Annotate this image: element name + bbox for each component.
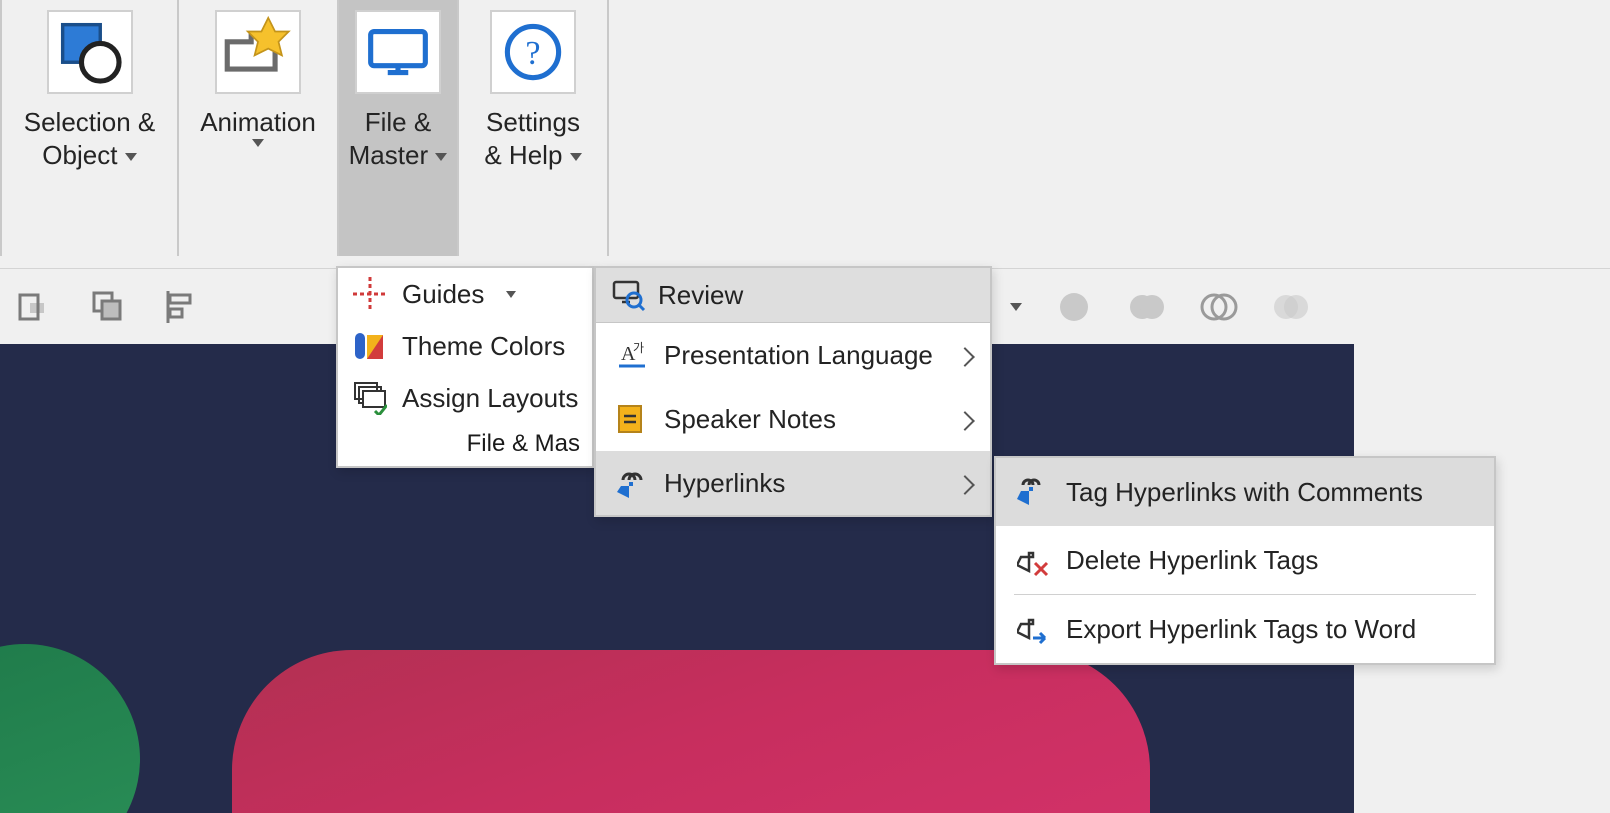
menu-item-tag-hyperlinks[interactable]: Tag Hyperlinks with Comments (996, 458, 1494, 526)
pink-pill-shape (232, 650, 1150, 813)
ribbon-group-label: File & Master (349, 106, 448, 171)
menu-item-theme-colors[interactable]: Theme Colors (338, 320, 592, 372)
guides-icon (352, 276, 388, 312)
assign-layouts-icon (352, 380, 388, 416)
menu-item-label: Tag Hyperlinks with Comments (1066, 477, 1423, 508)
ribbon-group-label: Animation (200, 106, 316, 147)
review-icon (612, 278, 646, 312)
chevron-down-icon (570, 153, 582, 161)
menu-item-label: Guides (402, 279, 484, 310)
label-line1: Selection & (24, 106, 156, 139)
menu-item-label: Theme Colors (402, 331, 565, 362)
svg-text:가: 가 (633, 341, 644, 355)
menu-footer: File & Mas (338, 424, 592, 460)
ribbon-group-animation[interactable]: Animation (179, 0, 337, 256)
menu-item-hyperlinks[interactable]: Hyperlinks (596, 451, 990, 515)
menu-item-label: Speaker Notes (664, 404, 836, 435)
chevron-down-icon (435, 153, 447, 161)
chevron-down-icon (125, 153, 137, 161)
grey-circle-button-3[interactable] (1182, 269, 1254, 345)
chevron-down-icon (252, 139, 264, 147)
menu-item-presentation-language[interactable]: A 가 Presentation Language (596, 323, 990, 387)
menu-item-label: Presentation Language (664, 340, 933, 371)
label-line2: & Help (484, 139, 581, 172)
label-line1: Settings (486, 106, 580, 139)
grey-circle-button-2[interactable] (1110, 269, 1182, 345)
chevron-down-icon (506, 291, 516, 298)
menu-item-speaker-notes[interactable]: Speaker Notes (596, 387, 990, 451)
hyperlinks-icon (614, 465, 650, 501)
menu-heading-review[interactable]: Review (596, 268, 990, 323)
ribbon-group-label: Selection & Object (24, 106, 156, 171)
label-line1: File & (365, 106, 431, 139)
divider (607, 0, 609, 256)
animation-icon (215, 10, 301, 94)
chevron-down-icon (1010, 303, 1022, 311)
delete-hyperlink-tags-icon (1016, 542, 1052, 578)
speaker-notes-icon (614, 401, 650, 437)
menu-item-assign-layouts[interactable]: Assign Layouts (338, 372, 592, 424)
chevron-right-icon (958, 404, 972, 435)
file-master-icon (355, 10, 441, 94)
ribbon-groups: Selection & Object Animation File & (0, 0, 1610, 268)
align-left-button[interactable] (0, 269, 72, 345)
menu-item-label: Assign Layouts (402, 383, 578, 414)
selection-object-icon (47, 10, 133, 94)
theme-colors-icon (352, 328, 388, 364)
menu-item-label: Hyperlinks (664, 468, 785, 499)
ribbon-group-settings-help[interactable]: ? Settings & Help (459, 0, 607, 256)
chevron-right-icon (958, 468, 972, 499)
grey-circle-button-4[interactable] (1254, 269, 1326, 345)
ribbon-group-file-master[interactable]: File & Master (339, 0, 457, 256)
menu-item-export-hyperlink-tags[interactable]: Export Hyperlink Tags to Word (996, 595, 1494, 663)
svg-text:?: ? (525, 35, 540, 72)
menu-heading-label: Review (658, 280, 743, 311)
ribbon-group-label: Settings & Help (484, 106, 581, 171)
menu-item-label: Export Hyperlink Tags to Word (1066, 614, 1416, 645)
align-left-edges-button[interactable] (144, 269, 216, 345)
grey-circle-button-1[interactable] (1038, 269, 1110, 345)
green-circle-shape (0, 644, 140, 813)
menu-item-delete-hyperlink-tags[interactable]: Delete Hyperlink Tags (996, 526, 1494, 594)
review-menu: Review A 가 Presentation Language Speaker… (594, 266, 992, 517)
menu-item-guides[interactable]: Guides (338, 268, 592, 320)
label-line2: Master (349, 139, 448, 172)
label-line2: Object (42, 139, 136, 172)
export-hyperlink-tags-icon (1016, 611, 1052, 647)
label-line1: Animation (200, 106, 316, 139)
duplicate-button[interactable] (72, 269, 144, 345)
hyperlinks-submenu: Tag Hyperlinks with Comments Delete Hype… (994, 456, 1496, 665)
tag-hyperlinks-icon (1016, 474, 1052, 510)
menu-item-label: Delete Hyperlink Tags (1066, 545, 1318, 576)
settings-help-icon: ? (490, 10, 576, 94)
presentation-language-icon: A 가 (614, 337, 650, 373)
file-master-menu: Guides Theme Colors Assign Layouts File … (336, 266, 594, 468)
ribbon-group-selection-object[interactable]: Selection & Object (2, 0, 177, 256)
chevron-right-icon (958, 340, 972, 371)
